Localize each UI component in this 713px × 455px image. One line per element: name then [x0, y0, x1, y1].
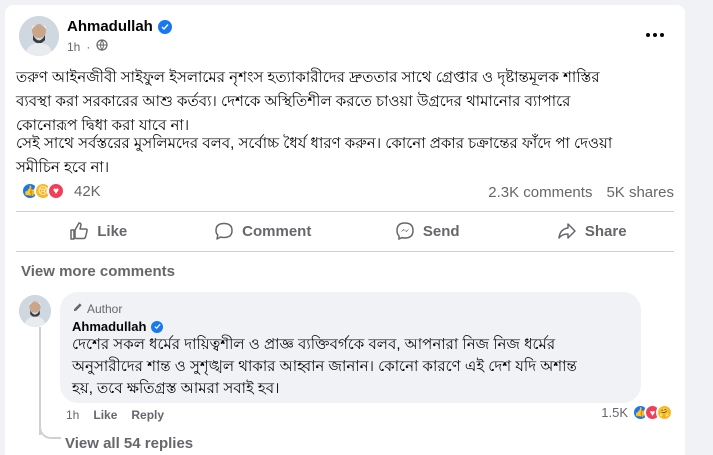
dot-icon	[653, 33, 657, 37]
globe-icon	[96, 39, 108, 54]
like-button[interactable]: Like	[16, 212, 181, 250]
share-label: Share	[584, 222, 627, 240]
comment-count[interactable]: 2.3K comments	[488, 184, 592, 201]
comment-button[interactable]: Comment	[181, 212, 346, 250]
dot-icon	[660, 33, 664, 37]
post-time[interactable]: 1h	[67, 40, 80, 54]
post-paragraph-2: সেই সাথে সর্বস্তরের মুসলিমদের বলব, সর্বো…	[16, 135, 613, 176]
comment-reactions[interactable]: 1.5K 👍 ♥ 🤗	[601, 404, 673, 421]
comment-label: Comment	[242, 222, 312, 240]
reaction-summary[interactable]: 👍 😢 ♥ 42K	[21, 182, 101, 200]
commenter-name-row[interactable]: Ahmadullah	[72, 319, 164, 334]
dot-icon	[646, 33, 650, 37]
commenter-avatar[interactable]	[19, 295, 51, 327]
like-label: Like	[97, 222, 128, 240]
post-stats: 2.3K comments 5K shares	[488, 184, 674, 201]
love-reaction-icon: ♥	[47, 182, 65, 200]
reaction-count[interactable]: 42K	[74, 183, 101, 200]
comment-reaction-count[interactable]: 1.5K	[601, 405, 628, 420]
messenger-icon	[395, 221, 415, 241]
thumbs-up-icon	[69, 221, 89, 241]
comment-time[interactable]: 1h	[66, 408, 79, 422]
pen-icon	[72, 302, 83, 316]
comment-reply-button[interactable]: Reply	[131, 408, 164, 422]
comment-text: দেশের সকল ধর্মের দায়িত্বশীল ও প্রাজ্ঞ ব…	[72, 336, 577, 397]
view-all-replies-link[interactable]: View all 54 replies	[65, 435, 193, 452]
post-paragraph-1: তরুণ আইনজীবী সাইফুল ইসলামের নৃশংস হত্যাক…	[16, 69, 600, 134]
author-name[interactable]: Ahmadullah	[67, 18, 153, 35]
share-count[interactable]: 5K shares	[606, 184, 674, 201]
comment-like-button[interactable]: Like	[93, 408, 117, 422]
comment-bubble: Author Ahmadullah দেশের সকল ধর্মের দায়ি…	[60, 292, 641, 403]
more-options-button[interactable]	[641, 25, 669, 45]
post-meta: 1h ·	[67, 39, 108, 54]
thread-curve	[39, 417, 61, 439]
verified-icon	[151, 320, 164, 333]
send-button[interactable]: Send	[345, 212, 510, 250]
send-label: Send	[422, 222, 460, 240]
divider	[16, 251, 674, 252]
comment-icon	[214, 221, 234, 241]
share-button[interactable]: Share	[510, 212, 675, 250]
author-avatar[interactable]	[19, 16, 59, 56]
share-icon	[557, 221, 577, 241]
author-badge: Author	[72, 302, 122, 316]
post-card: Ahmadullah 1h · তরুণ আইনজীবী সাইফুল ইসলা…	[5, 5, 685, 455]
dot-separator: ·	[86, 39, 91, 54]
comment-meta: 1h Like Reply	[66, 408, 164, 422]
view-more-comments-link[interactable]: View more comments	[21, 263, 175, 280]
post-actions: Like Comment Send Share	[16, 212, 674, 250]
author-name-row[interactable]: Ahmadullah	[67, 18, 172, 35]
commenter-name[interactable]: Ahmadullah	[72, 319, 146, 334]
verified-icon	[157, 19, 172, 34]
author-badge-label: Author	[87, 302, 123, 316]
care-reaction-icon: 🤗	[656, 404, 673, 421]
